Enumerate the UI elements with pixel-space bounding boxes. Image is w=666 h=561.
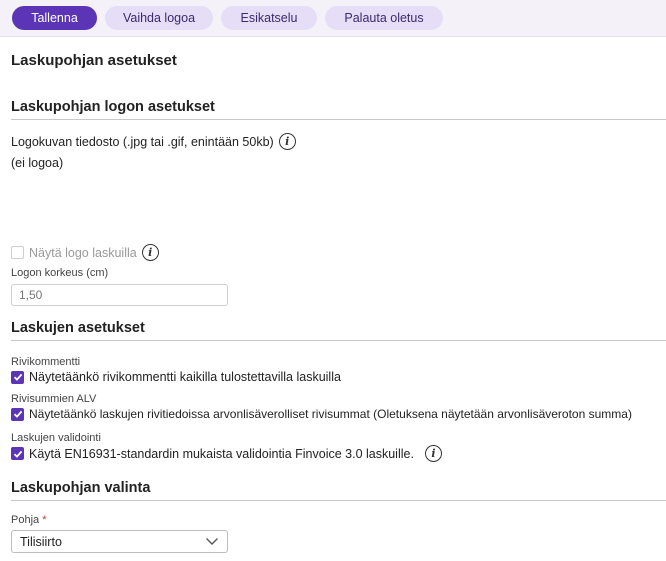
template-field-label-row: Pohja * [11, 514, 46, 526]
row-comment-row: Näytetäänkö rivikommentti kaikilla tulos… [11, 370, 341, 384]
row-comment-caption: Rivikommentti [11, 356, 81, 368]
validation-row: Käytä EN16931-standardin mukaista valido… [11, 445, 442, 462]
logo-height-input[interactable]: 1,50 [11, 284, 228, 306]
row-comment-checkbox[interactable] [11, 370, 24, 384]
vat-caption: Rivisummien ALV [11, 393, 97, 405]
check-icon [13, 450, 22, 458]
show-logo-label: Näytä logo laskuilla [29, 245, 137, 260]
template-section-title: Laskupohjan valinta [11, 480, 666, 501]
logo-section-title: Laskupohjan logon asetukset [11, 99, 666, 120]
info-icon[interactable]: i [141, 244, 159, 261]
no-logo-text: (ei logoa) [11, 156, 64, 170]
template-select[interactable]: Tilisiirto [11, 530, 228, 553]
template-select-value: Tilisiirto [20, 534, 62, 549]
info-icon[interactable]: i [424, 445, 442, 462]
show-logo-checkbox[interactable] [11, 246, 24, 259]
row-comment-label: Näytetäänkö rivikommentti kaikilla tulos… [29, 370, 341, 384]
required-mark: * [42, 514, 47, 526]
invoice-section-title: Laskujen asetukset [11, 320, 666, 341]
logo-file-row: Logokuvan tiedosto (.jpg tai .gif, enint… [11, 133, 296, 150]
validation-checkbox[interactable] [11, 447, 24, 460]
logo-file-label: Logokuvan tiedosto (.jpg tai .gif, enint… [11, 134, 274, 149]
reset-defaults-button[interactable]: Palauta oletus [325, 6, 443, 30]
validation-label: Käytä EN16931-standardin mukaista valido… [29, 446, 414, 461]
change-logo-button[interactable]: Vaihda logoa [105, 6, 213, 30]
validation-caption: Laskujen validointi [11, 432, 101, 444]
page-title: Laskupohjan asetukset [11, 52, 177, 69]
preview-button[interactable]: Esikatselu [221, 6, 317, 30]
info-icon[interactable]: i [278, 133, 296, 150]
check-icon [13, 410, 22, 418]
save-button[interactable]: Tallenna [12, 6, 97, 30]
chevron-down-icon [206, 538, 218, 545]
vat-checkbox[interactable] [11, 407, 24, 421]
check-icon [13, 373, 22, 381]
show-logo-row: Näytä logo laskuilla i [11, 244, 159, 261]
toolbar: Tallenna Vaihda logoa Esikatselu Palauta… [0, 0, 666, 37]
vat-label: Näytetäänkö laskujen rivitiedoissa arvon… [29, 407, 632, 421]
template-field-label: Pohja [11, 514, 40, 526]
logo-height-label: Logon korkeus (cm) [11, 267, 109, 279]
vat-row: Näytetäänkö laskujen rivitiedoissa arvon… [11, 407, 632, 421]
